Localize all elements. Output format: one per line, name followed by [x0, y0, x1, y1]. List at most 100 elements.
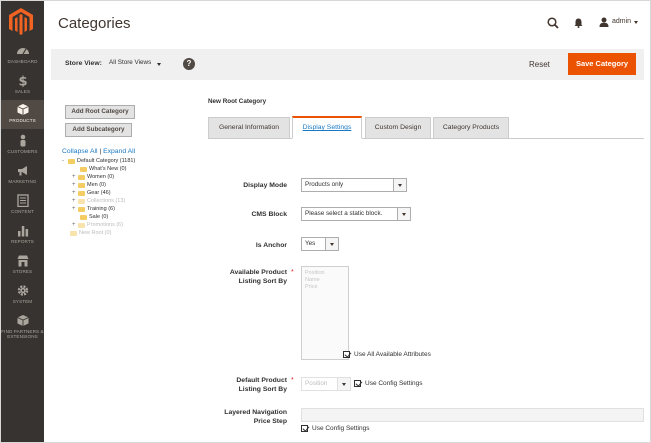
- layout-icon: [16, 194, 29, 207]
- chevron-down-icon[interactable]: [337, 378, 350, 390]
- tree-node[interactable]: + Men (0): [72, 181, 106, 189]
- tree-node-label[interactable]: Promotions (6): [87, 222, 123, 228]
- tree-node-label[interactable]: Training (6): [87, 206, 115, 212]
- reset-button[interactable]: Reset: [525, 57, 554, 72]
- expand-toggle-icon[interactable]: +: [72, 174, 77, 180]
- sidebar-item-label: REPORTS: [11, 239, 34, 244]
- add-subcategory-button[interactable]: Add Subcategory: [65, 123, 132, 137]
- chevron-down-icon[interactable]: [393, 179, 406, 191]
- cms-block-value: Please select a static block.: [305, 210, 383, 217]
- tab-custom-design[interactable]: Custom Design: [365, 117, 431, 139]
- expand-toggle-icon[interactable]: +: [72, 222, 77, 228]
- folder-icon: [78, 182, 85, 188]
- expand-toggle-icon[interactable]: [74, 167, 79, 172]
- tab-general-information[interactable]: General Information: [208, 117, 290, 139]
- tree-node[interactable]: + Training (6): [72, 205, 115, 213]
- category-heading: New Root Category: [208, 98, 267, 105]
- chevron-down-icon[interactable]: [397, 208, 410, 220]
- sidebar-item-marketing[interactable]: MARKETING: [1, 161, 44, 195]
- sidebar-item-label: CONTENT: [11, 209, 34, 214]
- sidebar-item-stores[interactable]: STORES: [1, 251, 44, 285]
- sidebar-item-products[interactable]: PRODUCTS: [1, 100, 44, 129]
- is-anchor-label: Is Anchor: [255, 242, 287, 249]
- tree-node[interactable]: What's New (0): [74, 165, 126, 173]
- user-menu-label[interactable]: admin: [612, 18, 631, 25]
- required-mark: *: [291, 377, 294, 384]
- expand-toggle-icon[interactable]: +: [72, 206, 77, 212]
- tree-node-label[interactable]: New Root (0): [79, 230, 111, 236]
- user-icon[interactable]: [599, 17, 609, 27]
- tree-node[interactable]: + Collections (13): [72, 197, 125, 205]
- option[interactable]: Price: [305, 284, 345, 291]
- sidebar-item-content[interactable]: CONTENT: [1, 191, 44, 225]
- display-mode-select[interactable]: Products only: [301, 178, 407, 192]
- bell-icon[interactable]: [574, 18, 583, 28]
- sidebar-item-dashboard[interactable]: DASHBOARD: [1, 41, 44, 75]
- tree-node-label[interactable]: Default Category (1181): [77, 158, 135, 164]
- chevron-down-icon[interactable]: [157, 63, 161, 66]
- folder-icon: [78, 190, 85, 196]
- tree-node[interactable]: + Gear (46): [72, 189, 111, 197]
- price-step-use-config-checkbox[interactable]: [301, 425, 308, 432]
- sidebar-item-system[interactable]: SYSTEM: [1, 281, 44, 315]
- sidebar-item-partners[interactable]: FIND PARTNERS & EXTENSIONS: [1, 311, 44, 341]
- expand-toggle-icon[interactable]: +: [72, 198, 77, 204]
- label-line: Available Product: [229, 269, 287, 276]
- tree-node-label[interactable]: Gear (46): [87, 190, 111, 196]
- tree-node[interactable]: - Default Category (1181): [62, 157, 135, 165]
- folder-icon: [80, 166, 87, 172]
- expand-toggle-icon[interactable]: +: [72, 190, 77, 196]
- expand-toggle-icon[interactable]: +: [72, 182, 77, 188]
- tree-node[interactable]: Sale (0): [74, 213, 108, 221]
- collapse-toggle-icon[interactable]: -: [62, 158, 67, 164]
- default-sort-use-config-checkbox[interactable]: [354, 380, 361, 387]
- gear-icon: [17, 285, 28, 296]
- tree-node-label[interactable]: Sale (0): [89, 214, 108, 220]
- tree-node-label[interactable]: Men (0): [87, 182, 106, 188]
- expand-toggle-icon[interactable]: [74, 215, 79, 220]
- is-anchor-select[interactable]: Yes: [301, 237, 339, 251]
- store-view-switcher[interactable]: All Store Views: [109, 59, 151, 66]
- tree-node[interactable]: + Promotions (6): [72, 221, 123, 229]
- collapse-all-link[interactable]: Collapse All: [62, 148, 98, 155]
- use-all-attributes-checkbox[interactable]: [343, 351, 350, 358]
- option[interactable]: Name: [305, 277, 345, 284]
- search-icon[interactable]: [547, 17, 559, 29]
- admin-sidebar: DASHBOARD $ SALES PRODUCTS CUSTOMERS MAR…: [1, 1, 44, 442]
- tree-node-label[interactable]: Women (0): [87, 174, 114, 180]
- store-view-label: Store View:: [65, 60, 102, 67]
- tab-category-products[interactable]: Category Products: [433, 117, 509, 139]
- folder-icon: [70, 230, 77, 236]
- option[interactable]: Position: [305, 270, 345, 277]
- label-line: Listing Sort By: [238, 278, 287, 285]
- available-sort-multiselect[interactable]: Position Name Price: [301, 266, 349, 360]
- store-icon: [17, 255, 28, 267]
- person-icon: [20, 134, 25, 147]
- sidebar-item-reports[interactable]: REPORTS: [1, 221, 44, 255]
- tab-display-settings[interactable]: Display Settings: [292, 116, 362, 139]
- cms-block-select[interactable]: Please select a static block.: [301, 207, 411, 221]
- tree-node-label[interactable]: Collections (13): [87, 198, 125, 204]
- default-sort-value: Position: [305, 380, 328, 387]
- tree-node[interactable]: New Root (0): [64, 229, 111, 237]
- dashboard-icon: [16, 48, 29, 55]
- magento-logo-icon[interactable]: [8, 7, 34, 37]
- expand-all-link[interactable]: Expand All: [103, 148, 135, 155]
- label-line: Listing Sort By: [238, 386, 287, 393]
- expand-toggle-icon[interactable]: [64, 231, 69, 236]
- chevron-down-icon[interactable]: [634, 21, 638, 24]
- chevron-down-icon[interactable]: [325, 238, 338, 250]
- add-root-category-button[interactable]: Add Root Category: [65, 105, 135, 119]
- tree-node[interactable]: + Women (0): [72, 173, 114, 181]
- save-category-button[interactable]: Save Category: [568, 53, 636, 75]
- label-line: Layered Navigation: [224, 409, 287, 416]
- folder-icon: [78, 206, 85, 212]
- label-line: Default Product: [236, 377, 287, 384]
- tree-node-label[interactable]: What's New (0): [89, 166, 126, 172]
- use-config-label: Use Config Settings: [365, 380, 423, 387]
- is-anchor-value: Yes: [305, 240, 316, 247]
- help-icon[interactable]: ?: [183, 58, 195, 70]
- default-sort-select[interactable]: Position: [301, 377, 351, 391]
- sidebar-item-customers[interactable]: CUSTOMERS: [1, 131, 44, 165]
- price-step-input[interactable]: [301, 408, 644, 422]
